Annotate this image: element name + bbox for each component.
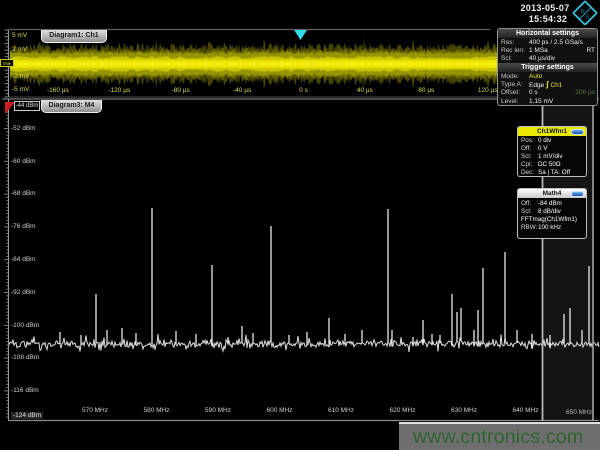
svg-text:S: S bbox=[586, 15, 590, 21]
